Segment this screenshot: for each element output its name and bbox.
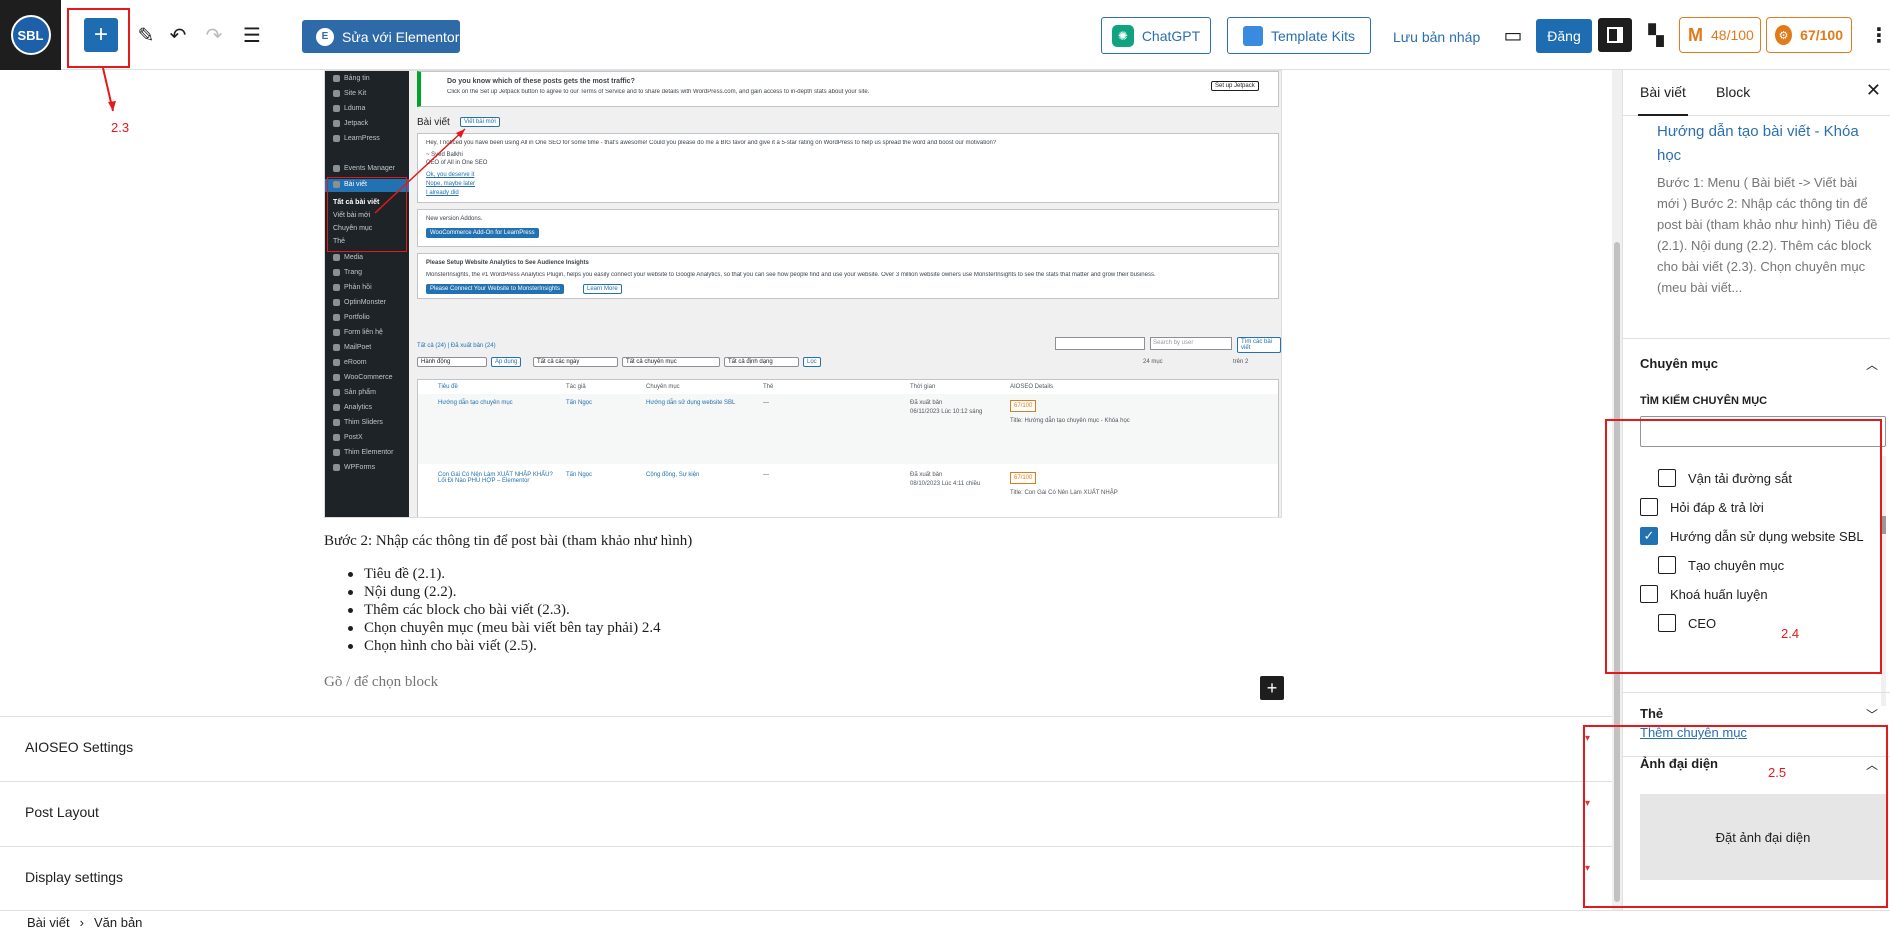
edit-with-elementor-button[interactable]: E Sửa với Elementor (302, 20, 460, 53)
preview-laptop-icon[interactable]: ▭ (1500, 22, 1526, 48)
elementor-icon: E (316, 27, 334, 46)
save-draft-button[interactable]: Lưu bản nháp (1393, 29, 1480, 45)
more-options-icon[interactable]: ⋮ (1866, 22, 1890, 48)
list-item: Nội dung (2.2). (344, 583, 661, 601)
annotation-label: 2.3 (111, 120, 130, 135)
category-search-label: TÌM KIẾM CHUYÊN MỤC (1640, 395, 1768, 407)
divider (1623, 338, 1890, 339)
close-icon[interactable]: ✕ (1866, 80, 1881, 101)
annotation-box-featured (1583, 725, 1888, 908)
categories-section-title[interactable]: Chuyên mục (1640, 356, 1718, 371)
list-item: Tiêu đề (2.1). (344, 565, 661, 583)
tags-section-title[interactable]: Thẻ (1640, 706, 1663, 721)
embedded-screenshot-image: Bảng tin Site Kit Lduma Jetpack LearnPre… (324, 70, 1282, 518)
logo-text: SBL (10, 15, 51, 55)
tab-post[interactable]: Bài viết (1638, 84, 1688, 116)
chevron-right-icon: › (79, 914, 84, 930)
undo-icon[interactable]: ↶ (165, 22, 191, 48)
block-placeholder[interactable]: Gõ / để chọn block (324, 674, 438, 691)
seo-score: 67/100 (1800, 27, 1843, 43)
list-item: Chọn chuyên mục (meu bài viết bên tay ph… (344, 619, 661, 637)
post-layout-panel[interactable]: Post Layout ▾ (0, 781, 1612, 845)
metabox-title: Post Layout (25, 804, 99, 820)
sidebar-icon (1607, 27, 1623, 43)
metabox-title: AIOSEO Settings (25, 739, 134, 755)
display-settings-panel[interactable]: Display settings ▾ (0, 846, 1612, 910)
excerpt-title[interactable]: Hướng dẫn tạo bài viết - Khóa học (1657, 120, 1877, 168)
inline-add-block-button[interactable]: + (1260, 676, 1284, 700)
tab-block[interactable]: Block (1716, 84, 1750, 100)
readability-score: 48/100 (1711, 27, 1754, 43)
aioseo-settings-panel[interactable]: AIOSEO Settings ▾ (0, 716, 1612, 780)
readability-score-button[interactable]: M 48/100 (1679, 17, 1761, 53)
editor-toolbar: SBL + ✎ ↶ ↷ ☰ E Sửa với Elementor ✺ ChatGP… (0, 0, 1890, 70)
breadcrumb: Bài viết › Văn bản (0, 910, 1890, 933)
content-list[interactable]: Tiêu đề (2.1). Nội dung (2.2). Thêm các … (344, 565, 661, 655)
settings-sidebar-toggle[interactable] (1598, 18, 1632, 52)
list-item: Chọn hình cho bài viết (2.5). (344, 637, 661, 655)
breadcrumb-item[interactable]: Văn bản (94, 915, 142, 930)
list-item: Thêm các block cho bài viết (2.3). (344, 601, 661, 619)
redo-icon[interactable]: ↷ (201, 22, 227, 48)
annotation-box-categories (1605, 419, 1882, 674)
template-kits-button[interactable]: Template Kits (1227, 17, 1371, 54)
annotation-label: 2.5 (1768, 765, 1787, 780)
seo-score-button[interactable]: ⚙ 67/100 (1766, 17, 1852, 53)
chatgpt-icon: ✺ (1111, 24, 1134, 47)
template-kits-label: Template Kits (1270, 27, 1356, 44)
site-logo[interactable]: SBL (0, 0, 61, 70)
annotation-box-add (67, 8, 130, 68)
chatgpt-button[interactable]: ✺ ChatGPT (1101, 17, 1211, 54)
sidebar-tabs: Bài viết Block ✕ (1623, 70, 1890, 116)
chevron-down-icon[interactable]: ﹀ (1866, 706, 1878, 723)
breadcrumb-item[interactable]: Bài viết (27, 915, 70, 930)
annotation-arrow-svg (374, 128, 466, 214)
m-logo-icon: M (1688, 24, 1703, 45)
annotation-label: 2.4 (1781, 626, 1800, 641)
chevron-up-icon[interactable]: ︿ (1866, 356, 1878, 373)
list-view-icon[interactable]: ☰ (239, 22, 265, 48)
elementor-label: Sửa với Elementor (342, 28, 460, 45)
pencil-icon[interactable]: ✎ (133, 22, 159, 48)
template-kits-icon (1242, 25, 1263, 46)
aioseo-icon: ⚙ (1775, 25, 1793, 45)
excerpt-text[interactable]: Bước 1: Menu ( Bài biết -> Viết bài mới … (1657, 172, 1879, 298)
blocks-icon[interactable]: ▚ (1643, 22, 1669, 48)
metabox-title: Display settings (25, 869, 124, 885)
chatgpt-label: ChatGPT (1141, 27, 1201, 44)
publish-button[interactable]: Đăng (1536, 19, 1592, 53)
divider (1623, 692, 1890, 693)
content-paragraph[interactable]: Bước 2: Nhập các thông tin để post bài (… (324, 533, 692, 550)
annotation-arrow (374, 128, 466, 214)
